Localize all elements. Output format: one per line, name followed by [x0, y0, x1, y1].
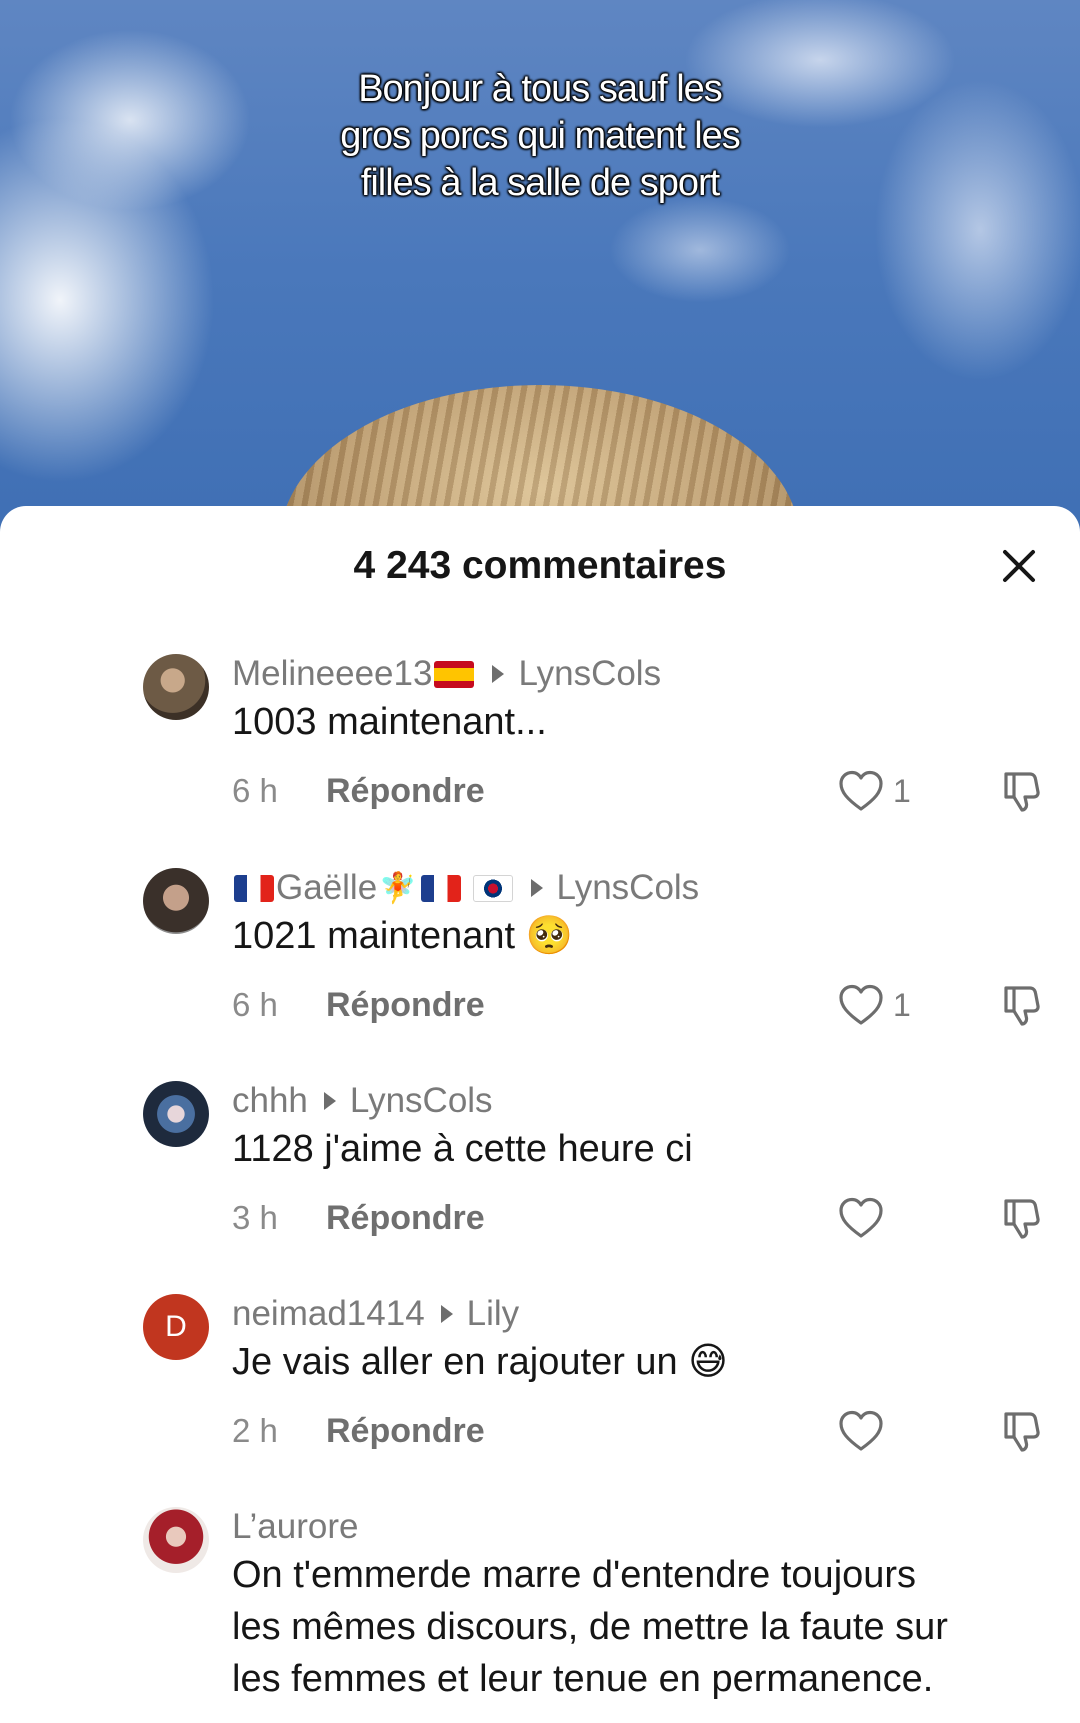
- like-button[interactable]: [837, 1195, 885, 1241]
- comments-count-title: 4 243 commentaires: [353, 544, 727, 587]
- comment-text: Je vais aller en rajouter un 😅: [232, 1336, 1052, 1388]
- heart-icon: [839, 984, 883, 1025]
- reply-button[interactable]: Répondre: [326, 980, 485, 1030]
- reply-arrow-icon: [530, 879, 543, 897]
- comment-actions: 3 h Répondre: [232, 1193, 1062, 1243]
- caption-line: gros porcs qui matent les: [340, 115, 741, 157]
- comment-text-line: les mêmes discours, de mettre la faute s…: [232, 1606, 948, 1648]
- reply-button[interactable]: Répondre: [326, 766, 485, 816]
- comment-time: 3 h: [232, 1199, 278, 1236]
- reply-arrow-icon: [440, 1305, 453, 1323]
- avatar[interactable]: [143, 1507, 209, 1573]
- france-flag-icon: [420, 874, 461, 902]
- thumbs-down-icon: [1004, 1199, 1040, 1239]
- heart-icon: [839, 1197, 883, 1238]
- comment-meta: neimad1414 Lily: [232, 1292, 519, 1336]
- dislike-button[interactable]: [998, 768, 1046, 814]
- thumbs-down-icon: [1004, 986, 1040, 1026]
- comments-sheet: 4 243 commentaires Melineeee13 LynsCols …: [0, 506, 1080, 1723]
- comment-username[interactable]: chhh: [232, 1081, 308, 1121]
- heart-icon: [839, 1410, 883, 1451]
- like-count: 1: [893, 986, 911, 1023]
- reply-button[interactable]: Répondre: [326, 1406, 485, 1456]
- comment-text-content: 1021 maintenant: [232, 915, 516, 957]
- korea-flag-icon: [472, 874, 513, 902]
- reply-to-username[interactable]: LynsCols: [557, 868, 700, 908]
- comment-item: chhh LynsCols 1128 j'aime à cette heure …: [0, 1073, 1080, 1273]
- video-caption-overlay: Bonjour à tous sauf les gros porcs qui m…: [240, 66, 840, 207]
- tiktok-screen: Bonjour à tous sauf les gros porcs qui m…: [0, 0, 1080, 1723]
- comment-item: Melineeee13 LynsCols 1003 maintenant... …: [0, 646, 1080, 846]
- reply-to-username[interactable]: Lily: [467, 1294, 520, 1334]
- like-button[interactable]: [837, 1408, 885, 1454]
- comment-text: 1128 j'aime à cette heure ci: [232, 1128, 693, 1170]
- comment-text-line: les femmes et leur tenue en permanence.: [232, 1658, 934, 1700]
- comment-text: 1003 maintenant...: [232, 701, 547, 743]
- like-button[interactable]: 1: [837, 982, 911, 1028]
- heart-icon: [839, 770, 883, 811]
- close-icon: [1003, 550, 1035, 582]
- comments-header: 4 243 commentaires: [0, 506, 1080, 616]
- france-flag-icon: [234, 874, 274, 902]
- comment-username[interactable]: Gaëlle: [276, 868, 377, 908]
- comment-time: 6 h: [232, 986, 278, 1023]
- comment-item: L’aurore On t'emmerde marre d'entendre t…: [0, 1499, 1080, 1723]
- comment-time: 6 h: [232, 772, 278, 809]
- like-button[interactable]: 1: [837, 768, 911, 814]
- grinning-sweat-emoji: 😅: [688, 1341, 728, 1383]
- thumbs-down-icon: [1004, 772, 1040, 812]
- reply-to-username[interactable]: LynsCols: [350, 1081, 493, 1121]
- comment-username[interactable]: L’aurore: [232, 1507, 358, 1547]
- avatar[interactable]: D: [143, 1294, 209, 1360]
- like-count: 1: [893, 772, 911, 809]
- comment-time: 2 h: [232, 1412, 278, 1449]
- comment-actions: 6 h Répondre 1: [232, 766, 1062, 816]
- comment-text: On t'emmerde marre d'entendre toujours l…: [232, 1549, 1062, 1705]
- comment-actions: 6 h Répondre 1: [232, 980, 1062, 1030]
- dislike-button[interactable]: [998, 982, 1046, 1028]
- avatar[interactable]: [143, 654, 209, 720]
- thumbs-down-icon: [1004, 1412, 1040, 1452]
- spain-flag-icon: [434, 660, 475, 688]
- comment-actions: 2 h Répondre: [232, 1406, 1062, 1456]
- pleading-face-emoji: 🥺: [525, 915, 573, 957]
- avatar[interactable]: [143, 868, 209, 934]
- video-player[interactable]: Bonjour à tous sauf les gros porcs qui m…: [0, 0, 1080, 645]
- comment-text: 1021 maintenant 🥺: [232, 910, 1052, 962]
- comment-meta: Gaëlle 🧚 LynsCols: [232, 866, 699, 910]
- reply-button[interactable]: Répondre: [326, 1193, 485, 1243]
- comment-text-content: Je vais aller en rajouter un: [232, 1341, 678, 1383]
- reply-arrow-icon: [323, 1092, 336, 1110]
- comment-meta: L’aurore: [232, 1505, 358, 1549]
- comment-item: Gaëlle 🧚 LynsCols 1021 maintenant 🥺 6 h …: [0, 860, 1080, 1060]
- comment-username[interactable]: neimad1414: [232, 1294, 425, 1334]
- comment-text-line: On t'emmerde marre d'entendre toujours: [232, 1554, 917, 1596]
- reply-to-username[interactable]: LynsCols: [518, 654, 661, 694]
- reply-arrow-icon: [492, 665, 505, 683]
- dislike-button[interactable]: [998, 1408, 1046, 1454]
- fairy-emoji: 🧚: [379, 871, 417, 905]
- comment-username[interactable]: Melineeee13: [232, 654, 432, 694]
- caption-line: filles à la salle de sport: [360, 162, 720, 204]
- comment-meta: chhh LynsCols: [232, 1079, 493, 1123]
- caption-line: Bonjour à tous sauf les: [358, 68, 723, 110]
- avatar[interactable]: [143, 1081, 209, 1147]
- comment-meta: Melineeee13 LynsCols: [232, 652, 661, 696]
- comment-item: D neimad1414 Lily Je vais aller en rajou…: [0, 1286, 1080, 1486]
- close-button[interactable]: [995, 542, 1043, 590]
- dislike-button[interactable]: [998, 1195, 1046, 1241]
